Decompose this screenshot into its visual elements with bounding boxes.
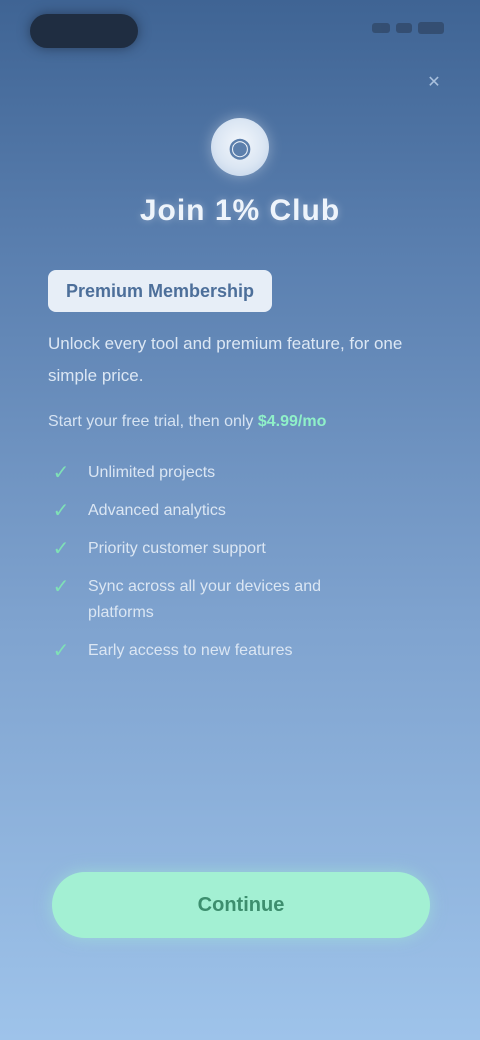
wifi-icon <box>396 23 412 33</box>
intro-text: Unlock every tool and premium feature, f… <box>48 334 403 385</box>
feature-item: ✓ Advanced analytics <box>48 498 388 524</box>
trial-price: $4.99/mo <box>257 413 327 430</box>
logo-icon: ◉ <box>228 131 252 162</box>
feature-label: Priority customer support <box>88 540 266 557</box>
signal-icon <box>372 23 390 33</box>
status-icons <box>372 22 444 34</box>
checkmark-icon: ✓ <box>52 500 70 522</box>
feature-label: Sync across all your devices and platfor… <box>88 578 321 621</box>
checkmark-icon: ✓ <box>52 538 70 560</box>
trial-prefix: Start your free trial, then only <box>48 413 258 430</box>
feature-list: ✓ Unlimited projects ✓ Advanced analytics ✓ P… <box>48 460 388 676</box>
app-title: Join 1% Club <box>139 194 341 227</box>
time-pill <box>30 14 138 48</box>
battery-icon <box>418 22 444 34</box>
feature-item: ✓ Early access to new features <box>48 638 388 664</box>
trial-text: Start your free trial, then only $4.99/m… <box>48 408 428 436</box>
feature-label: Unlimited projects <box>88 464 216 481</box>
checkmark-icon: ✓ <box>52 576 70 598</box>
checkmark-icon: ✓ <box>52 462 70 484</box>
feature-label: Early access to new features <box>88 642 293 659</box>
close-icon: ✕ <box>427 74 441 91</box>
header: ◉ Join 1% Club <box>0 118 480 228</box>
app-logo: ◉ <box>211 118 269 176</box>
status-bar <box>0 0 480 60</box>
plan-badge: Premium Membership <box>48 270 273 312</box>
feature-item: ✓ Priority customer support <box>48 536 388 562</box>
close-button[interactable]: ✕ <box>416 64 452 100</box>
feature-item: ✓ Sync across all your devices and platfo… <box>48 574 388 626</box>
feature-item: ✓ Unlimited projects <box>48 460 388 486</box>
continue-button[interactable]: Continue <box>52 872 430 938</box>
feature-label: Advanced analytics <box>88 502 226 519</box>
checkmark-icon: ✓ <box>52 640 70 662</box>
